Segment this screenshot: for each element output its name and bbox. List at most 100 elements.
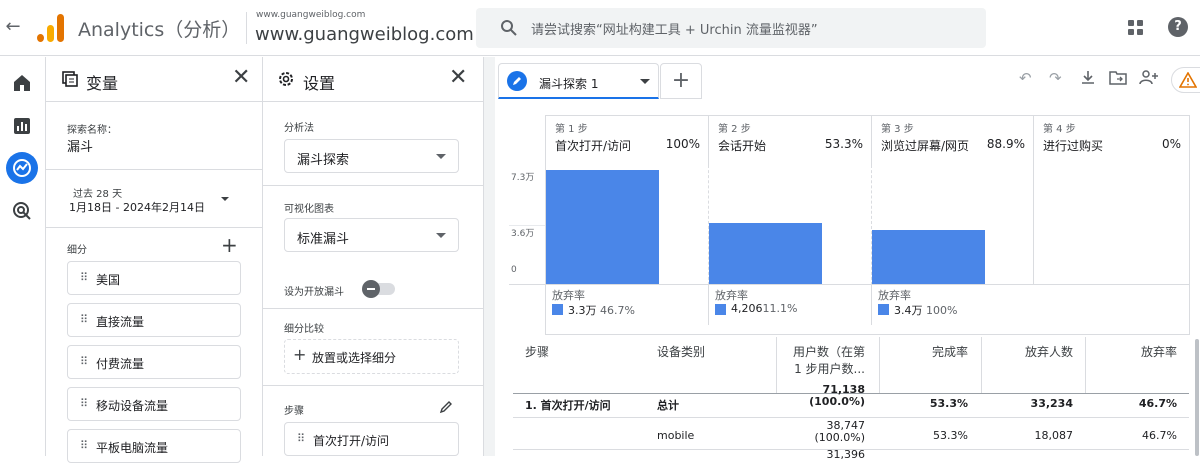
funnel-bar[interactable]	[872, 230, 985, 284]
undo-icon[interactable]: ↶	[1019, 69, 1032, 87]
visualization-select[interactable]: 标准漏斗	[284, 218, 459, 252]
step-percent: 100%	[665, 137, 700, 151]
column-header[interactable]: 用户数（在第 1 步用户数...	[783, 344, 865, 378]
y-tick-label: 3.6万	[511, 229, 535, 239]
explore-icon[interactable]	[6, 152, 38, 184]
close-icon[interactable]: ✕	[232, 65, 250, 90]
legend-swatch	[878, 304, 889, 315]
column-header[interactable]: 放弃率	[1087, 344, 1177, 361]
pencil-icon[interactable]	[507, 71, 527, 91]
y-tick-label: 0	[511, 265, 517, 275]
segment-drop-zone[interactable]: + 放置或选择细分	[284, 339, 459, 374]
open-funnel-label: 设为开放漏斗	[284, 287, 344, 298]
drag-handle-icon[interactable]: ⠿	[80, 355, 88, 368]
abandon-label: 放弃率	[715, 289, 748, 302]
segment-chip[interactable]: ⠿ 美国	[67, 261, 241, 295]
help-icon[interactable]: ?	[1168, 17, 1188, 37]
abandon-rate: 100%	[926, 304, 958, 317]
y-tick-label: 7.3万	[511, 173, 535, 183]
chevron-down-icon[interactable]	[640, 79, 650, 84]
technique-select[interactable]: 漏斗探索	[284, 139, 459, 173]
step-header[interactable]: 第 1 步 首次打开/访问 100%	[545, 115, 708, 165]
date-range-picker[interactable]: 1月18日 - 2024年2月14日	[69, 199, 205, 215]
table-cell: 46.7%	[1142, 429, 1177, 442]
drag-handle-icon[interactable]: ⠿	[80, 313, 88, 326]
exploration-name-field[interactable]: 漏斗	[67, 136, 93, 155]
variables-icon	[62, 71, 78, 87]
funnel-bar[interactable]	[546, 170, 659, 284]
column-header[interactable]: 步骤	[525, 344, 549, 361]
drag-handle-icon[interactable]: ⠿	[80, 397, 88, 410]
home-icon[interactable]	[10, 71, 34, 95]
exploration-name-label: 探索名称：	[67, 125, 117, 136]
abandon-cell: 放弃率 3.3万 46.7%	[545, 285, 708, 325]
top-bar: ← Analytics（分析） www.guangweiblog.com www…	[0, 0, 1200, 56]
drag-handle-icon[interactable]: ⠿	[297, 432, 305, 445]
step-header[interactable]: 第 3 步 浏览过屏幕/网页 88.9%	[871, 115, 1033, 165]
back-arrow-icon[interactable]: ←	[4, 16, 22, 37]
chevron-down-icon	[436, 233, 446, 238]
column-header[interactable]: 放弃人数	[983, 344, 1073, 361]
table-cell: 33,234	[1030, 397, 1073, 410]
advertising-icon[interactable]	[10, 199, 34, 223]
add-segment-icon[interactable]: +	[221, 233, 238, 257]
search-box[interactable]: 请尝试搜索“网址构建工具 + Urchin 流量监视器”	[476, 8, 986, 48]
settings-title: 设置	[303, 74, 336, 93]
tab-label: 漏斗探索 1	[539, 77, 599, 91]
abandon-cell: 放弃率 3.4万 100%	[871, 285, 1033, 325]
divider	[246, 12, 247, 44]
download-icon[interactable]	[1080, 69, 1096, 85]
add-icon: +	[293, 345, 307, 364]
legend-swatch	[552, 304, 563, 315]
segment-chip[interactable]: ⠿ 移动设备流量	[67, 387, 241, 421]
step-header[interactable]: 第 4 步 进行过购买 0%	[1033, 115, 1190, 165]
users-percent: (100.0%)	[809, 395, 865, 408]
abandon-count: 4,206	[731, 302, 763, 315]
table-cell: 总计	[657, 399, 679, 412]
step-header[interactable]: 第 2 步 会话开始 53.3%	[708, 115, 871, 165]
analytics-logo[interactable]	[37, 14, 65, 42]
chevron-down-icon	[436, 154, 446, 159]
step-percent: 0%	[1161, 137, 1181, 151]
tab-funnel-exploration[interactable]: 漏斗探索 1	[498, 63, 659, 99]
account-name[interactable]: www.guangweiblog.com	[256, 10, 365, 20]
warning-button[interactable]	[1171, 67, 1200, 93]
step-chip[interactable]: ⠿ 首次打开/访问	[284, 422, 459, 456]
column-header[interactable]: 设备类别	[657, 344, 705, 361]
segment-chip[interactable]: ⠿ 平板电脑流量	[67, 429, 241, 463]
segment-chip[interactable]: ⠿ 直接流量	[67, 303, 241, 337]
drag-handle-icon[interactable]: ⠿	[80, 439, 88, 452]
warning-icon	[1179, 72, 1197, 88]
divider	[263, 308, 484, 309]
abandon-rate: 46.7%	[600, 304, 635, 317]
add-tab-button[interactable]: +	[660, 63, 702, 99]
step-number: 第 2 步	[718, 124, 751, 135]
users-percent: (100.0%)	[814, 431, 865, 444]
table-cell: 38,747 (100.0%)	[783, 420, 865, 444]
open-funnel-toggle[interactable]	[362, 280, 395, 298]
redo-icon[interactable]: ↷	[1049, 69, 1062, 87]
apps-grid-icon[interactable]	[1128, 20, 1144, 36]
reports-icon[interactable]	[10, 114, 34, 138]
abandon-value: 3.3万 46.7%	[568, 302, 635, 318]
table-cell: 53.3%	[929, 397, 968, 410]
tab-bar: 漏斗探索 1 + ↶ ↷	[495, 57, 1200, 101]
chevron-down-icon[interactable]	[221, 197, 229, 201]
property-selector[interactable]: www.guangweiblog.com	[255, 24, 474, 45]
divider	[46, 101, 263, 102]
funnel-bar[interactable]	[709, 223, 822, 284]
folder-move-icon[interactable]	[1109, 69, 1127, 85]
share-user-icon[interactable]	[1139, 69, 1159, 85]
table-cell: 18,087	[1034, 429, 1074, 442]
left-nav	[0, 57, 46, 456]
segments-label: 细分	[67, 245, 87, 256]
step-percent: 88.9%	[986, 137, 1025, 151]
edit-pencil-icon[interactable]	[439, 400, 453, 414]
scrollbar[interactable]	[1195, 339, 1199, 456]
close-icon[interactable]: ✕	[449, 65, 467, 90]
divider	[263, 185, 484, 186]
segment-chip[interactable]: ⠿ 付费流量	[67, 345, 241, 379]
column-header[interactable]: 完成率	[883, 344, 968, 361]
divider	[46, 169, 263, 170]
drag-handle-icon[interactable]: ⠿	[80, 271, 88, 284]
